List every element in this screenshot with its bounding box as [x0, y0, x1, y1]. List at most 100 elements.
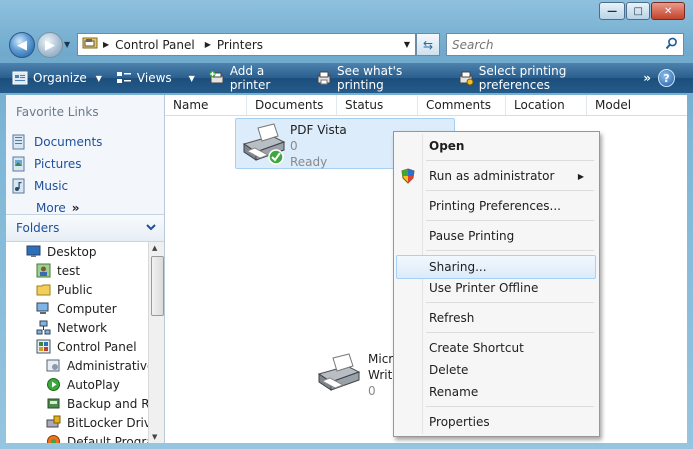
menu-item-printing-preferences[interactable]: Printing Preferences... [395, 195, 596, 217]
printing-preferences-icon [458, 70, 474, 86]
toolbar-overflow-button[interactable]: » [636, 63, 658, 93]
tree-item-bitlocker-drive[interactable]: BitLocker Drive [6, 413, 148, 432]
maximize-button[interactable]: □ [626, 2, 651, 20]
refresh-button[interactable]: ⇆ [416, 33, 440, 56]
organize-label: Organize [33, 71, 87, 85]
menu-item-properties-label: Properties [429, 415, 490, 429]
folder-icon [36, 282, 51, 297]
documents-icon [12, 134, 26, 150]
menu-item-open[interactable]: Open [395, 135, 596, 157]
favorite-music[interactable]: Music [6, 175, 164, 197]
favorite-links-title: Favorite Links [16, 105, 99, 119]
column-header-documents[interactable]: Documents [247, 95, 337, 115]
tree-item-label: BitLocker Drive [67, 415, 148, 430]
favorite-documents[interactable]: Documents [6, 131, 164, 153]
tree-item-test[interactable]: test [6, 261, 148, 280]
folders-collapse-icon[interactable] [146, 223, 164, 234]
minimize-button[interactable]: — [599, 2, 626, 20]
add-printer-button[interactable]: Add a printer [202, 63, 309, 93]
tree-item-administrative[interactable]: Administrative [6, 356, 148, 375]
tree-item-label: Public [57, 282, 93, 297]
see-whats-printing-label: See what's printing [336, 64, 403, 92]
network-icon [36, 320, 51, 335]
tree-item-label: Backup and Re [67, 396, 148, 411]
select-printing-preferences-label: Select printing preferences [478, 64, 567, 92]
back-button[interactable]: ◀ [9, 32, 35, 58]
search-box[interactable] [446, 33, 684, 56]
scroll-up-icon[interactable]: ▲ [152, 244, 157, 252]
breadcrumb-separator-icon[interactable]: ▶ [201, 40, 217, 49]
address-dropdown-icon[interactable]: ▼ [404, 40, 410, 49]
tree-item-label: Control Panel [57, 339, 137, 354]
tree-item-label: test [57, 263, 81, 278]
folders-header[interactable]: Folders [6, 214, 164, 242]
command-toolbar: Organize ▼ Views ▼ Add a printer See wha… [0, 63, 693, 93]
menu-item-delete[interactable]: Delete [395, 359, 596, 381]
printer-status: Ready [290, 155, 328, 169]
printer-icon [313, 352, 363, 399]
breadcrumb-separator-icon[interactable]: ▶ [99, 40, 115, 49]
address-bar[interactable]: ▶ Control Panel ▶ Printers ▼ [77, 33, 416, 56]
menu-item-open-label: Open [429, 139, 465, 153]
tree-item-computer[interactable]: Computer [6, 299, 148, 318]
tree-item-label: Computer [57, 301, 117, 316]
menu-item-create-shortcut-label: Create Shortcut [429, 341, 524, 355]
select-printing-preferences-button[interactable]: Select printing preferences [451, 63, 637, 93]
views-button[interactable]: Views ▼ [109, 63, 202, 93]
folder-tree-scrollbar[interactable]: ▲ ▼ [148, 242, 164, 443]
column-headers: Name Documents Status Comments Location … [165, 95, 687, 116]
column-header-comments[interactable]: Comments [418, 95, 506, 115]
views-icon [116, 70, 132, 86]
default-programs-icon [46, 434, 61, 443]
tree-item-control-panel[interactable]: Control Panel [6, 337, 148, 356]
bitlocker-icon [46, 415, 61, 430]
tree-item-public[interactable]: Public [6, 280, 148, 299]
tree-item-default-progra[interactable]: Default Progra [6, 432, 148, 443]
breadcrumb-printers[interactable]: Printers [217, 38, 269, 52]
window-controls: — □ ✕ [599, 2, 685, 20]
printer-document-count: 0 [290, 139, 298, 153]
menu-separator [426, 160, 594, 161]
tree-item-network[interactable]: Network [6, 318, 148, 337]
scroll-down-icon[interactable]: ▼ [152, 433, 157, 441]
close-button[interactable]: ✕ [651, 2, 685, 20]
menu-item-sharing[interactable]: Sharing... [396, 255, 596, 279]
column-header-status[interactable]: Status [337, 95, 418, 115]
menu-item-refresh[interactable]: Refresh [395, 307, 596, 329]
organize-button[interactable]: Organize ▼ [0, 63, 109, 93]
tree-item-label: Default Progra [67, 434, 148, 444]
scrollbar-thumb[interactable] [151, 256, 164, 316]
recent-pages-chevron-icon[interactable]: ▼ [64, 40, 70, 49]
breadcrumb-control-panel[interactable]: Control Panel [115, 38, 201, 52]
menu-separator [426, 406, 594, 407]
search-input[interactable] [447, 36, 665, 53]
computer-icon [36, 301, 51, 316]
menu-item-use-printer-offline[interactable]: Use Printer Offline [395, 277, 596, 299]
see-whats-printing-button[interactable]: See what's printing [309, 63, 451, 93]
column-header-name[interactable]: Name [165, 95, 247, 115]
favorite-pictures[interactable]: Pictures [6, 153, 164, 175]
menu-item-create-shortcut[interactable]: Create Shortcut [395, 337, 596, 359]
tree-item-autoplay[interactable]: AutoPlay [6, 375, 148, 394]
menu-item-rename-label: Rename [429, 385, 479, 399]
autoplay-icon [46, 377, 61, 392]
column-header-model[interactable]: Model [587, 95, 665, 115]
search-icon[interactable] [665, 37, 678, 53]
menu-item-rename[interactable]: Rename [395, 381, 596, 403]
tree-item-label: Desktop [47, 244, 97, 259]
forward-button[interactable]: ▶ [37, 32, 63, 58]
menu-item-properties[interactable]: Properties [395, 411, 596, 433]
printer-item[interactable]: Micr Write 0 [313, 350, 400, 399]
tree-item-backup-and-re[interactable]: Backup and Re [6, 394, 148, 413]
views-label: Views [136, 71, 172, 85]
tree-item-desktop[interactable]: Desktop [6, 242, 148, 261]
favorite-more-label: More [36, 201, 66, 215]
menu-item-pause-printing[interactable]: Pause Printing [395, 225, 596, 247]
menu-item-sharing-label: Sharing... [429, 260, 487, 274]
menu-item-use-printer-offline-label: Use Printer Offline [429, 281, 539, 295]
folder-tree: Desktop test Public Computer Network Control … [6, 242, 148, 443]
help-icon[interactable]: ? [658, 69, 675, 87]
menu-separator [426, 190, 594, 191]
menu-item-run-as-administrator[interactable]: Run as administrator ▶ [395, 165, 596, 187]
column-header-location[interactable]: Location [506, 95, 587, 115]
